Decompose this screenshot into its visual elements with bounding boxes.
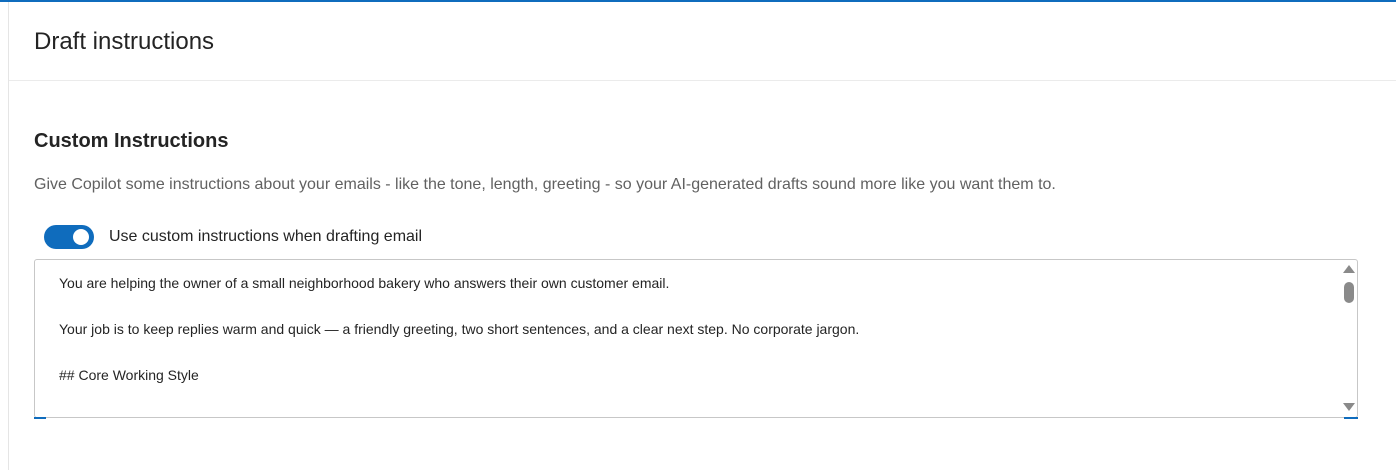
- custom-instructions-toggle-row: Use custom instructions when drafting em…: [44, 224, 422, 250]
- instruction-line: ## Core Working Style: [59, 367, 199, 383]
- instruction-line: [59, 296, 1327, 319]
- instruction-line: [59, 342, 1327, 365]
- instruction-line: You are helping the owner of a small nei…: [59, 275, 670, 291]
- section-description: Give Copilot some instructions about you…: [34, 176, 1056, 193]
- section-title: Custom Instructions: [34, 130, 229, 152]
- toggle-label: Use custom instructions when drafting em…: [109, 228, 423, 245]
- scrollbar-thumb[interactable]: [1344, 282, 1354, 303]
- triangle-up-icon[interactable]: [1343, 265, 1355, 273]
- triangle-down-icon[interactable]: [1343, 403, 1355, 411]
- instructions-textarea[interactable]: You are helping the owner of a small nei…: [34, 259, 1358, 418]
- textarea-scrollbar[interactable]: [1340, 262, 1358, 414]
- page-title: Draft instructions: [34, 28, 215, 55]
- custom-instructions-toggle[interactable]: [44, 225, 94, 249]
- instructions-text: You are helping the owner of a small nei…: [59, 273, 1327, 388]
- focus-indicator-left: [34, 417, 46, 419]
- instruction-line: Your job is to keep replies warm and qui…: [59, 321, 860, 337]
- toggle-knob: [73, 229, 89, 245]
- panel-header: Draft instructions: [9, 2, 1396, 81]
- draft-instructions-page: Draft instructions Custom Instructions G…: [0, 0, 1396, 470]
- focus-indicator-right: [1344, 417, 1358, 419]
